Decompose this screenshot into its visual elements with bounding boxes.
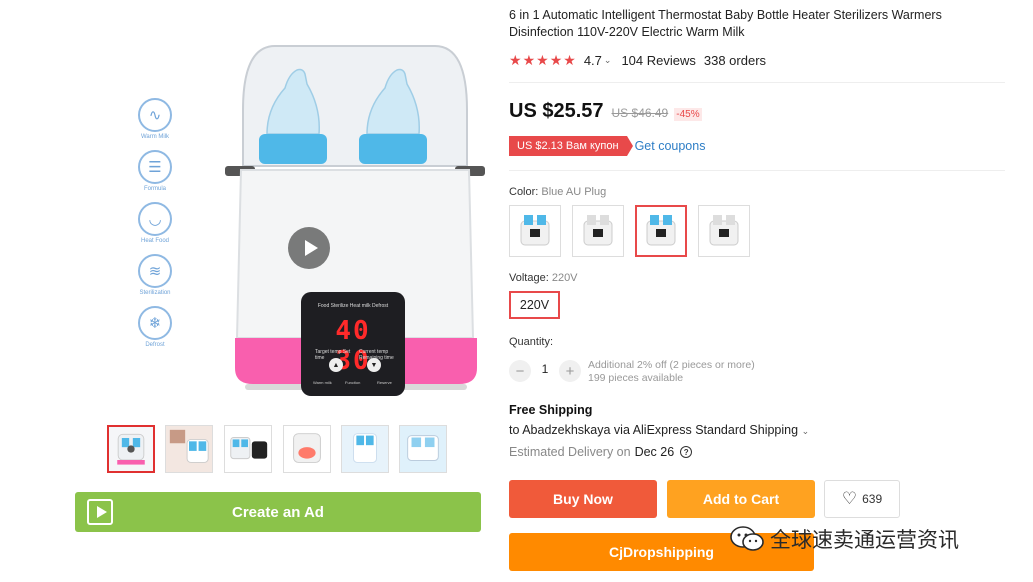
color-swatch[interactable] bbox=[509, 205, 561, 257]
get-coupons-link[interactable]: Get coupons bbox=[635, 139, 706, 153]
snowflake-icon: ❄ bbox=[138, 306, 172, 340]
color-swatch[interactable] bbox=[572, 205, 624, 257]
color-swatch[interactable] bbox=[698, 205, 750, 257]
original-price: US $46.49 bbox=[611, 106, 669, 120]
delivery-date: Dec 26 bbox=[634, 445, 675, 459]
discount-badge: -45% bbox=[674, 108, 702, 121]
bowl-icon: ◡ bbox=[138, 202, 172, 236]
star-icon: ★ bbox=[536, 52, 549, 68]
watermark-text: 全球速卖通运营资讯 bbox=[770, 528, 959, 552]
shipping-method-text: to Abadzekhskaya via AliExpress Standard… bbox=[509, 423, 799, 437]
add-to-cart-button[interactable]: Add to Cart bbox=[667, 480, 815, 518]
bottle-icon: ∿ bbox=[138, 98, 172, 132]
coupon-row: US $2.13 Вам купон Get coupons bbox=[509, 136, 705, 156]
thumbnail-1[interactable] bbox=[107, 425, 155, 473]
star-icon: ★ bbox=[522, 52, 536, 68]
thumbnail-5[interactable] bbox=[341, 425, 389, 473]
watermark: 全球速卖通运营资讯 bbox=[730, 523, 959, 555]
panel-btn-label: Warm milk bbox=[313, 380, 332, 385]
feature-sterilization: ≋ Sterilization bbox=[105, 254, 205, 296]
voltage-label-text: Voltage: bbox=[509, 272, 549, 284]
thumbnail-3[interactable] bbox=[224, 425, 272, 473]
wechat-icon bbox=[730, 526, 764, 551]
rating-value[interactable]: 4.7 bbox=[584, 53, 602, 68]
wishlist-button[interactable]: ♡ 639 bbox=[824, 480, 900, 518]
divider bbox=[509, 170, 1005, 171]
panel-digits: 40 30 bbox=[335, 316, 371, 376]
thumbnail-2[interactable] bbox=[165, 425, 213, 473]
feature-label: Sterilization bbox=[139, 290, 171, 296]
stock-available: 199 pieces available bbox=[588, 372, 684, 384]
feature-heat-food: ◡ Heat Food bbox=[105, 202, 205, 244]
steam-icon: ≋ bbox=[138, 254, 172, 288]
feature-label: Defrost bbox=[145, 342, 165, 348]
orders-count: 338 orders bbox=[703, 52, 767, 68]
product-info: 6 in 1 Automatic Intelligent Thermostat … bbox=[509, 0, 1009, 582]
voltage-label: Voltage: 220V bbox=[509, 272, 578, 284]
play-video-icon[interactable] bbox=[288, 227, 330, 269]
product-gallery: ∿ Warm Milk ☰ Formula ◡ Heat Food ≋ Ster… bbox=[75, 0, 485, 540]
thumbnail-4[interactable] bbox=[283, 425, 331, 473]
feature-warm-milk: ∿ Warm Milk bbox=[105, 98, 205, 140]
create-ad-label: Create an Ad bbox=[232, 503, 324, 521]
reviews-link[interactable]: 104 Reviews bbox=[621, 53, 695, 68]
color-selected-value: Blue AU Plug bbox=[541, 186, 607, 198]
color-label: Color: Blue AU Plug bbox=[509, 186, 606, 198]
chevron-down-icon[interactable]: ⌄ bbox=[604, 55, 612, 66]
panel-title: Food Sterilize Heat milk Defrost bbox=[317, 303, 389, 309]
shipping-method[interactable]: to Abadzekhskaya via AliExpress Standard… bbox=[509, 423, 809, 437]
voltage-selected-value: 220V bbox=[551, 272, 578, 284]
arrow-up-icon: ▲ bbox=[329, 358, 343, 372]
wishlist-count: 639 bbox=[862, 492, 883, 506]
feature-label: Warm Milk bbox=[140, 134, 170, 140]
buy-now-button[interactable]: Buy Now bbox=[509, 480, 657, 518]
main-product-image[interactable]: ∿ Warm Milk ☰ Formula ◡ Heat Food ≋ Ster… bbox=[105, 38, 485, 398]
create-ad-button[interactable]: Create an Ad bbox=[75, 492, 481, 532]
star-rating: ★ ★ ★ ★ ★ bbox=[509, 53, 576, 67]
feature-label: Heat Food bbox=[140, 238, 170, 244]
delivery-prefix: Estimated Delivery on bbox=[509, 445, 631, 459]
color-swatch-selected[interactable] bbox=[635, 205, 687, 257]
formula-icon: ☰ bbox=[138, 150, 172, 184]
panel-btn-label: Reserve bbox=[377, 380, 392, 385]
quantity-value[interactable]: 1 bbox=[537, 362, 553, 376]
current-price: US $25.57 bbox=[509, 100, 604, 122]
feature-label: Formula bbox=[143, 186, 166, 192]
price-row: US $25.57 US $46.49 -45% bbox=[509, 100, 702, 123]
quantity-decrease-button[interactable]: − bbox=[509, 360, 531, 382]
rating-row: ★ ★ ★ ★ ★ 4.7 ⌄ 104 Reviews 338 orders bbox=[509, 52, 766, 68]
star-icon: ★ bbox=[549, 52, 563, 68]
divider bbox=[509, 82, 1005, 83]
feature-defrost: ❄ Defrost bbox=[105, 306, 205, 348]
quantity-label: Quantity: bbox=[509, 336, 554, 348]
panel-right-label: Current temp Remaining time bbox=[359, 349, 394, 361]
control-panel: Food Sterilize Heat milk Defrost 40 30 T… bbox=[301, 292, 405, 396]
help-icon[interactable]: ? bbox=[680, 446, 693, 458]
star-icon: ★ bbox=[509, 52, 522, 68]
panel-btn-label: Function bbox=[345, 380, 361, 385]
coupon-badge[interactable]: US $2.13 Вам купон bbox=[509, 136, 633, 156]
star-icon: ★ bbox=[563, 52, 576, 68]
thumbnail-strip bbox=[107, 425, 467, 473]
color-label-text: Color: bbox=[509, 186, 539, 198]
delivery-estimate: Estimated Delivery on Dec 26 ? bbox=[509, 445, 693, 459]
voltage-option-220v[interactable]: 220V bbox=[509, 291, 560, 319]
quantity-increase-button[interactable]: + bbox=[559, 360, 581, 382]
quantity-note: Additional 2% off (2 pieces or more) 199… bbox=[588, 359, 848, 385]
shipping-title: Free Shipping bbox=[509, 403, 593, 417]
play-icon bbox=[87, 499, 113, 525]
thumbnail-6[interactable] bbox=[399, 425, 447, 473]
chevron-down-icon: ⌄ bbox=[801, 426, 810, 436]
product-title: 6 in 1 Automatic Intelligent Thermostat … bbox=[509, 8, 942, 39]
heart-icon: ♡ bbox=[841, 489, 858, 508]
arrow-down-icon: ▼ bbox=[367, 358, 381, 372]
bulk-discount-note: Additional 2% off (2 pieces or more) bbox=[588, 359, 755, 371]
feature-formula: ☰ Formula bbox=[105, 150, 205, 192]
